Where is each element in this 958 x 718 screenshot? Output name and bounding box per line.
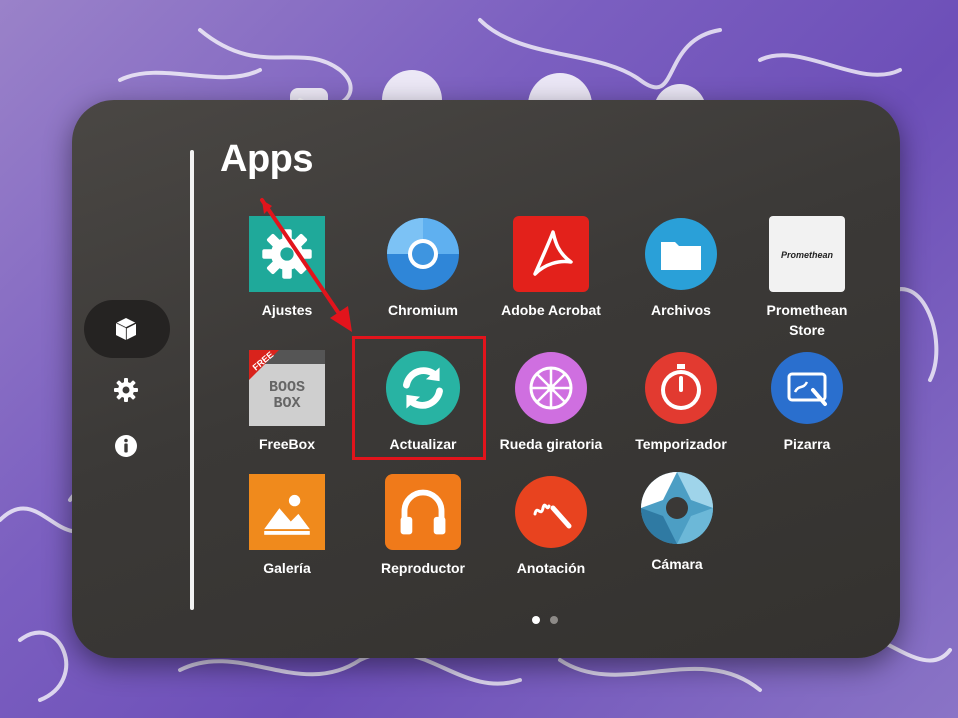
app-adobe-acrobat[interactable]: Adobe Acrobat <box>486 216 616 320</box>
sidebar-item-apps[interactable] <box>106 309 146 349</box>
app-label: Chromium <box>388 302 458 318</box>
acrobat-icon <box>513 216 589 292</box>
chromium-icon <box>385 216 461 292</box>
pagination-dots <box>532 616 558 624</box>
apps-panel: Apps Ajustes Chromium Adobe Acrobat Arch… <box>72 100 900 658</box>
headphones-icon <box>385 474 461 550</box>
page-dot-1[interactable] <box>532 616 540 624</box>
app-label: Promethean Store <box>766 302 848 338</box>
app-label: Reproductor <box>381 560 465 576</box>
sidebar-divider <box>190 150 194 610</box>
folder-icon <box>643 216 719 292</box>
settings-gear-icon <box>249 216 325 292</box>
promethean-store-icon: Promethean <box>769 216 845 292</box>
sidebar-item-settings[interactable] <box>106 370 146 410</box>
app-chromium[interactable]: Chromium <box>358 216 488 320</box>
whiteboard-icon <box>769 350 845 426</box>
camera-shutter-icon <box>639 470 715 546</box>
gear-icon <box>114 378 138 402</box>
app-reproductor[interactable]: Reproductor <box>358 474 488 578</box>
freebox-logo-text: BOOS BOX <box>268 379 305 412</box>
timer-icon <box>643 350 719 426</box>
info-icon <box>115 435 137 457</box>
app-label: Archivos <box>651 302 711 318</box>
cube-icon <box>115 318 137 340</box>
app-anotacion[interactable]: Anotación <box>486 474 616 578</box>
app-label: Pizarra <box>783 436 831 452</box>
app-label: Cámara <box>651 556 703 572</box>
page-dot-2[interactable] <box>550 616 558 624</box>
app-label: Temporizador <box>635 436 727 452</box>
app-galeria[interactable]: Galería <box>222 474 352 578</box>
app-freebox[interactable]: FREE BOOS BOX FreeBox <box>222 349 352 454</box>
app-archivos[interactable]: Archivos <box>616 216 746 320</box>
app-label: Anotación <box>516 560 586 576</box>
gallery-icon <box>249 474 325 550</box>
promethean-logo-text: Promethean <box>780 250 833 260</box>
freebox-icon: FREE BOOS BOX <box>249 349 325 426</box>
app-camara[interactable]: Cámara <box>612 470 742 574</box>
app-pizarra[interactable]: Pizarra <box>742 350 872 454</box>
app-label: Rueda giratoria <box>499 436 603 452</box>
page-title: Apps <box>220 138 314 180</box>
wheel-icon <box>513 350 589 426</box>
annotation-highlight-box <box>352 336 486 460</box>
app-ajustes[interactable]: Ajustes <box>222 216 352 320</box>
sidebar-item-info[interactable] <box>106 426 146 466</box>
app-label: Galería <box>263 560 311 576</box>
app-label: Ajustes <box>261 302 313 318</box>
app-label: Adobe Acrobat <box>501 302 601 318</box>
app-promethean-store[interactable]: Promethean Promethean Store <box>742 216 872 340</box>
annotation-icon <box>513 474 589 550</box>
app-label: FreeBox <box>258 436 316 452</box>
app-temporizador[interactable]: Temporizador <box>616 350 746 454</box>
app-rueda-giratoria[interactable]: Rueda giratoria <box>486 350 616 454</box>
